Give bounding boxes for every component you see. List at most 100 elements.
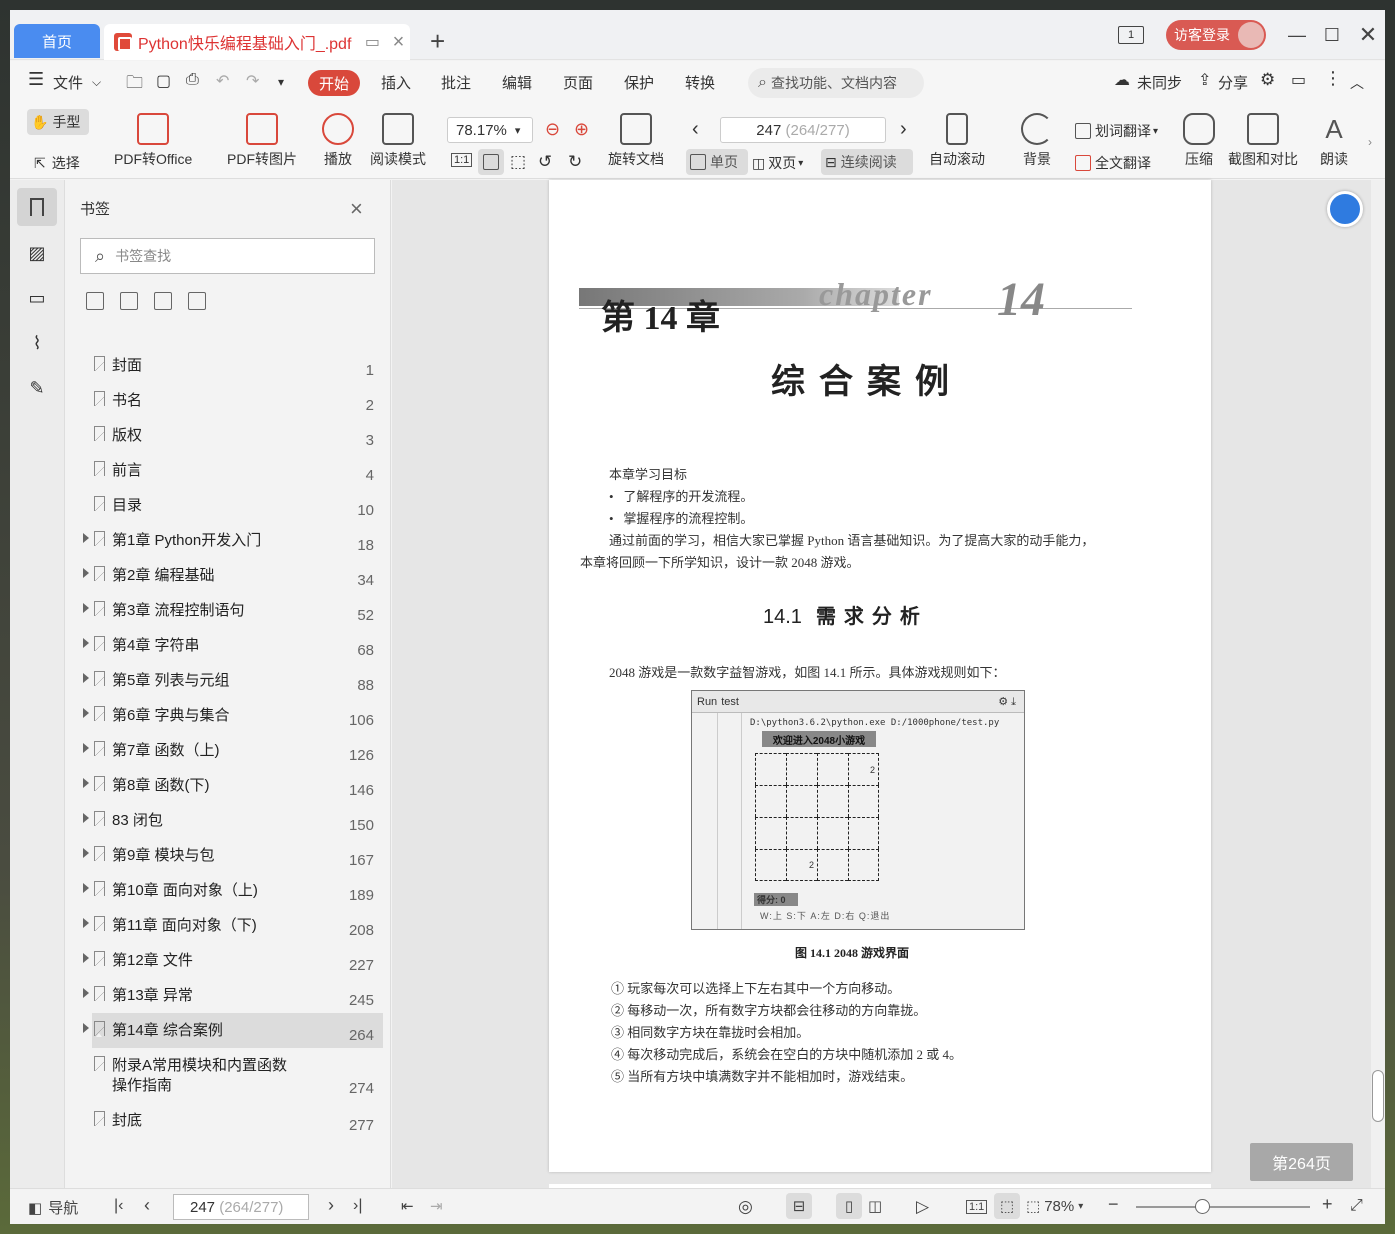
fit-page-icon[interactable]: ⬚ — [994, 1193, 1020, 1219]
menu-annotate[interactable]: 批注 — [441, 72, 471, 93]
hamburger-icon[interactable]: ☰ — [28, 69, 44, 90]
prev-page-icon[interactable]: ‹ — [144, 1195, 150, 1216]
zoom-out-icon[interactable]: ⊖ — [545, 119, 560, 140]
eye-protect-icon[interactable]: ◎ — [738, 1197, 753, 1217]
thumbnail-panel-icon[interactable]: ▨ — [17, 234, 57, 272]
close-window-icon[interactable]: ✕ — [1354, 22, 1382, 48]
word-translate-button[interactable]: 划词翻译 ▾ — [1075, 121, 1158, 141]
print-icon[interactable]: ⎙ — [186, 71, 199, 89]
background-button[interactable]: 背景 — [1021, 113, 1053, 169]
double-mode-icon[interactable]: ◫ — [868, 1197, 882, 1215]
share-button[interactable]: 分享 — [1218, 72, 1248, 93]
menu-convert[interactable]: 转换 — [685, 72, 715, 93]
comment-icon[interactable]: ▭ — [1291, 70, 1306, 90]
bookmark-item[interactable]: 第2章 编程基础 34 — [83, 558, 383, 593]
navigation-toggle[interactable]: ◧ 导航 — [28, 1197, 78, 1218]
bookmark-item[interactable]: 第1章 Python开发入门 18 — [83, 523, 383, 558]
collapse-all-icon[interactable] — [120, 292, 138, 310]
menu-page[interactable]: 页面 — [563, 72, 593, 93]
document-viewport[interactable]: 第 14 章 chapter 14 综合案例 本章学习目标 • 了解程序的开发流… — [392, 180, 1371, 1204]
ribbon-scroll-right-icon[interactable]: › — [1368, 135, 1372, 149]
expand-arrow-icon[interactable] — [83, 918, 89, 928]
maximize-icon[interactable]: ☐ — [1318, 22, 1346, 48]
bookmark-item[interactable]: 第9章 模块与包 167 — [83, 838, 383, 873]
select-tool-button[interactable]: ⇱ 选择 — [34, 153, 80, 173]
single-page-button[interactable]: 单页 — [686, 149, 748, 175]
next-page-icon[interactable]: › — [900, 118, 907, 141]
bookmark-item[interactable]: 第10章 面向对象（上) 189 — [83, 873, 383, 908]
close-panel-icon[interactable]: × — [350, 196, 363, 222]
hand-tool-button[interactable]: ✋ 手型 — [27, 109, 89, 135]
expand-arrow-icon[interactable] — [83, 883, 89, 893]
bookmark-item[interactable]: 第11章 面向对象（下) 208 — [83, 908, 383, 943]
bookmark-item[interactable]: 第8章 函数(下) 146 — [83, 768, 383, 803]
expand-arrow-icon[interactable] — [83, 778, 89, 788]
new-tab-icon[interactable]: + — [430, 26, 445, 57]
expand-arrow-icon[interactable] — [83, 673, 89, 683]
save-icon[interactable]: ▢ — [156, 71, 171, 91]
collapse-ribbon-icon[interactable]: ︿ — [1350, 73, 1364, 93]
actual-size-icon[interactable]: 1:1 — [966, 1200, 988, 1214]
fit-page-icon[interactable] — [478, 149, 504, 175]
comment-panel-icon[interactable]: ▭ — [17, 279, 57, 317]
page-number-input[interactable]: 247 (264/277) — [720, 117, 886, 143]
status-page-input[interactable]: 247 (264/277) — [173, 1194, 309, 1220]
bookmark-item[interactable]: 版权 3 — [92, 418, 383, 453]
actual-size-icon[interactable]: 1:1 — [451, 153, 473, 167]
prev-page-icon[interactable]: ‹ — [692, 118, 699, 141]
vertical-scrollbar[interactable] — [1371, 180, 1385, 1188]
minimize-icon[interactable]: — — [1283, 22, 1311, 48]
double-page-button[interactable]: ◫ 双页 ▾ — [752, 153, 803, 173]
settings-gear-icon[interactable]: ⚙ — [1260, 70, 1275, 90]
single-mode-icon[interactable]: ▯ — [836, 1193, 862, 1219]
tab-close-icon[interactable]: × — [387, 31, 409, 53]
back-icon[interactable]: ⇤ — [401, 1197, 414, 1215]
add-bookmark-icon[interactable] — [154, 292, 172, 310]
menu-file[interactable]: 文件 — [53, 72, 83, 93]
more-vertical-icon[interactable]: ⋮ — [1324, 68, 1342, 89]
feature-search[interactable]: ⌕ 查找功能、文档内容 — [748, 68, 924, 98]
bookmark-item[interactable]: 83 闭包 150 — [83, 803, 383, 838]
bookmark-panel-icon[interactable] — [17, 188, 57, 226]
bookmark-item[interactable]: 封面 1 — [92, 348, 383, 383]
rotate-left-icon[interactable]: ↺ — [538, 152, 552, 172]
screenshot-compare-button[interactable]: 截图和对比 — [1228, 113, 1298, 169]
bookmark-item[interactable]: 目录 10 — [92, 488, 383, 523]
bookmark-item[interactable]: 第6章 字典与集合 106 — [83, 698, 383, 733]
bookmark-item[interactable]: 前言 4 — [92, 453, 383, 488]
redo-icon[interactable]: ↷ — [246, 71, 259, 91]
rotate-document-button[interactable]: 旋转文档 — [608, 113, 664, 169]
bookmark-item[interactable]: 书名 2 — [92, 383, 383, 418]
scrollbar-thumb[interactable] — [1372, 1070, 1384, 1122]
expand-arrow-icon[interactable] — [83, 638, 89, 648]
expand-arrow-icon[interactable] — [83, 708, 89, 718]
tab-home[interactable]: 首页 — [14, 24, 100, 58]
first-page-icon[interactable]: |‹ — [114, 1197, 123, 1215]
rotate-right-icon[interactable]: ↻ — [568, 152, 582, 172]
bookmark-item[interactable]: 附录A常用模块和内置函数 操作指南 274 — [92, 1048, 383, 1100]
bookmark-item[interactable]: 第4章 字符串 68 — [83, 628, 383, 663]
bookmark-item[interactable]: 封底 277 — [92, 1103, 383, 1138]
bookmark-item[interactable]: 第5章 列表与元组 88 — [83, 663, 383, 698]
bookmark-item[interactable]: 第14章 综合案例 264 — [83, 1013, 383, 1048]
play-button[interactable]: 播放 — [322, 113, 354, 169]
auto-scroll-button[interactable]: 自动滚动 — [929, 113, 985, 169]
expand-arrow-icon[interactable] — [83, 533, 89, 543]
bookmark-item[interactable]: 第12章 文件 227 — [83, 943, 383, 978]
pdf-to-office-button[interactable]: PDF转Office — [114, 113, 192, 169]
fit-width-icon[interactable]: ⬚ — [510, 152, 526, 172]
zoom-slider[interactable] — [1136, 1206, 1310, 1208]
expand-arrow-icon[interactable] — [83, 1023, 89, 1033]
pdf-to-image-button[interactable]: PDF转图片 — [227, 113, 297, 169]
more-chevron-icon[interactable]: ▾ — [278, 75, 284, 89]
tab-pin-icon[interactable]: ▭ — [361, 31, 383, 53]
bookmark-search-input[interactable]: ⌕ 书签查找 — [80, 238, 375, 274]
continuous-read-button[interactable]: ⊟ 连续阅读 — [821, 149, 913, 175]
expand-arrow-icon[interactable] — [83, 848, 89, 858]
bookmark-item[interactable]: 第7章 函数（上) 126 — [83, 733, 383, 768]
bookmark-item[interactable]: 第3章 流程控制语句 52 — [83, 593, 383, 628]
share-icon[interactable]: ⇪ — [1198, 70, 1211, 90]
cloud-sync-icon[interactable]: ☁ — [1114, 70, 1130, 90]
continuous-mode-icon[interactable]: ⊟ — [786, 1193, 812, 1219]
last-page-icon[interactable]: ›| — [353, 1197, 362, 1215]
